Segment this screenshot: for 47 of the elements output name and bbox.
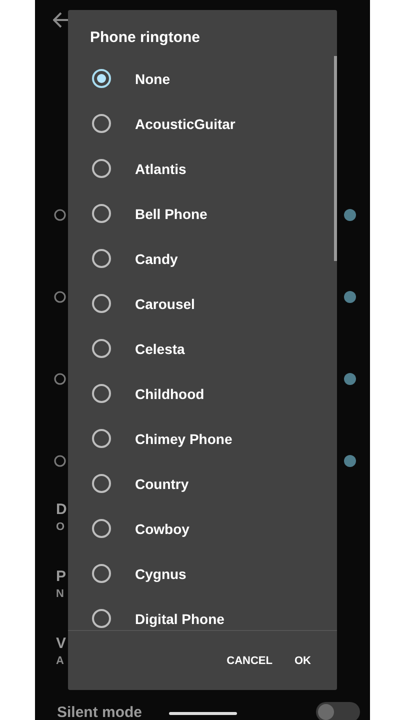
radio-button[interactable]: [92, 564, 111, 583]
option-label[interactable]: Cygnus: [135, 566, 186, 582]
option-label[interactable]: Candy: [135, 250, 178, 266]
option-label[interactable]: Atlantis: [135, 160, 186, 176]
slider-thumb[interactable]: [344, 209, 356, 221]
option-label[interactable]: Cowboy: [135, 520, 190, 536]
radio-button[interactable]: [92, 114, 111, 133]
volume-icon: [53, 370, 67, 388]
radio-button[interactable]: [92, 609, 111, 628]
dialog-button[interactable]: OK: [286, 646, 319, 674]
radio-button[interactable]: [92, 159, 111, 178]
volume-icon: [53, 206, 67, 224]
radio-button[interactable]: [92, 384, 111, 403]
slider-thumb[interactable]: [344, 455, 356, 467]
setting-subtitle: O: [56, 520, 65, 534]
radio-button[interactable]: [92, 294, 111, 313]
radio-button[interactable]: [92, 474, 111, 493]
toggle-switch[interactable]: [316, 702, 360, 720]
radio-button[interactable]: [92, 69, 111, 88]
setting-title: P: [56, 567, 66, 587]
radio-button[interactable]: [92, 204, 111, 223]
setting-title: Silent mode: [57, 704, 142, 720]
radio-button[interactable]: [92, 429, 111, 448]
setting-title: D: [56, 500, 67, 520]
slider-thumb[interactable]: [344, 373, 356, 385]
option-label[interactable]: None: [135, 70, 170, 86]
dialog-title: Phone ringtone: [89, 28, 201, 48]
volume-icon: [53, 452, 67, 470]
option-label[interactable]: Childhood: [135, 386, 204, 402]
setting-subtitle: N: [56, 587, 64, 601]
option-label[interactable]: AcousticGuitar: [135, 116, 236, 132]
scrollbar[interactable]: [334, 56, 337, 261]
option-label[interactable]: Celesta: [135, 340, 185, 356]
option-label[interactable]: Bell Phone: [135, 206, 208, 222]
dialog-button[interactable]: CANCEL: [218, 646, 280, 674]
back-icon[interactable]: [53, 12, 71, 28]
option-label[interactable]: Digital Phone: [135, 610, 224, 626]
setting-subtitle: A: [56, 654, 64, 668]
slider-thumb[interactable]: [344, 291, 356, 303]
option-label[interactable]: Carousel: [135, 296, 195, 312]
volume-icon: [53, 288, 67, 306]
radio-button[interactable]: [92, 519, 111, 538]
radio-button[interactable]: [92, 339, 111, 358]
option-label[interactable]: Country: [135, 476, 189, 492]
setting-title: V: [56, 634, 66, 654]
option-label[interactable]: Chimey Phone: [135, 430, 232, 446]
radio-button[interactable]: [92, 249, 111, 268]
